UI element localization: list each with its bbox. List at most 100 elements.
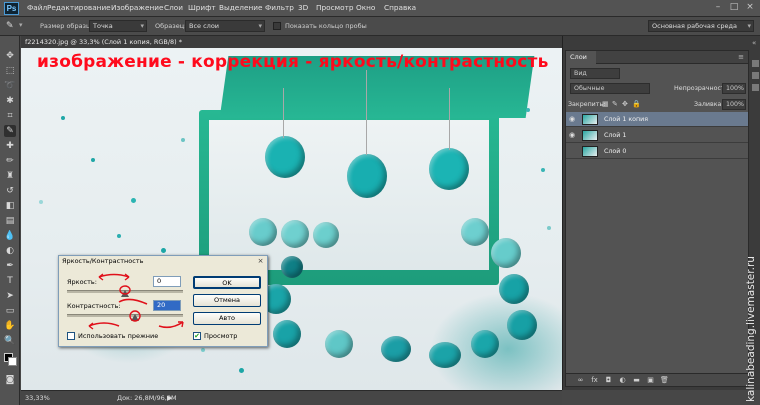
healing-tool-icon[interactable]: ✚ xyxy=(4,140,16,152)
lock-label: Закрепить: xyxy=(568,101,606,108)
bracelet-bead xyxy=(499,274,529,304)
layers-panel-footer: ∞ fx ◘ ◐ ▬ ▣ 🗑 xyxy=(566,373,748,386)
adjustment-layer-icon[interactable]: ◐ xyxy=(618,376,627,385)
menu-file[interactable]: Файл xyxy=(27,3,47,12)
stamp-tool-icon[interactable]: ♜ xyxy=(4,170,16,182)
bracelet-bead xyxy=(461,218,489,246)
speck xyxy=(161,248,166,253)
filter-icons xyxy=(626,69,726,78)
lock-all-icon[interactable]: 🔒 xyxy=(632,100,641,108)
quick-select-tool-icon[interactable]: ✱ xyxy=(4,95,16,107)
blend-mode-select[interactable]: Обычные xyxy=(570,83,650,94)
new-layer-icon[interactable]: ▣ xyxy=(646,376,655,385)
earring-right-image xyxy=(429,148,469,190)
minimize-icon[interactable]: – xyxy=(712,2,724,13)
eyedropper-icon[interactable]: ✎ xyxy=(6,20,18,32)
bracelet-bead xyxy=(507,310,537,340)
history-brush-icon[interactable]: ↺ xyxy=(4,185,16,197)
layer-row-1[interactable]: ◉ Слой 1 xyxy=(566,128,748,143)
menu-filter[interactable]: Фильтр xyxy=(265,3,294,12)
bracelet-bead xyxy=(325,330,353,358)
tools-panel: ✥ ⬚ ➰ ✱ ⌗ ✎ ✚ ✏ ♜ ↺ ◧ ▤ 💧 ◐ ✒ T ➤ ▭ ✋ 🔍 … xyxy=(0,36,20,405)
new-group-icon[interactable]: ▬ xyxy=(632,376,641,385)
show-ring-label: Показать кольцо пробы xyxy=(285,22,367,30)
visibility-eye-icon[interactable]: ◉ xyxy=(569,116,577,123)
bracelet-bead xyxy=(249,218,277,246)
lasso-tool-icon[interactable]: ➰ xyxy=(4,80,16,92)
blur-tool-icon[interactable]: 💧 xyxy=(4,230,16,242)
hand-tool-icon[interactable]: ✋ xyxy=(4,320,16,332)
dodge-tool-icon[interactable]: ◐ xyxy=(4,245,16,257)
menu-layers[interactable]: Слои xyxy=(164,3,183,12)
dock-panel-icon[interactable] xyxy=(752,84,759,91)
close-icon[interactable]: × xyxy=(744,2,756,13)
layer-style-icon[interactable]: fx xyxy=(590,376,599,385)
menu-3d[interactable]: 3D xyxy=(298,3,308,12)
sample-select[interactable]: Все слои xyxy=(185,20,265,32)
status-menu-arrow-icon[interactable]: ▶ xyxy=(167,394,172,402)
link-layers-icon[interactable]: ∞ xyxy=(576,376,585,385)
menu-image[interactable]: Изображение xyxy=(111,3,163,12)
lock-pixels-icon[interactable]: ▦ xyxy=(602,100,609,108)
maximize-icon[interactable]: □ xyxy=(728,2,740,13)
layer-mask-icon[interactable]: ◘ xyxy=(604,376,613,385)
background-color-swatch[interactable] xyxy=(8,357,17,366)
sample-label: Образец: xyxy=(155,22,187,30)
speck xyxy=(201,348,205,352)
speck xyxy=(131,198,136,203)
layer-name: Слой 0 xyxy=(604,148,627,155)
crop-tool-icon[interactable]: ⌗ xyxy=(4,110,16,122)
layer-row-0[interactable]: ◉ Слой 0 xyxy=(566,144,748,159)
status-bar: 33,33% Док: 26,8M/96,0M ▶ xyxy=(21,390,562,405)
menu-type[interactable]: Шрифт xyxy=(188,3,216,12)
type-tool-icon[interactable]: T xyxy=(4,275,16,287)
shape-tool-icon[interactable]: ▭ xyxy=(4,305,16,317)
zoom-level[interactable]: 33,33% xyxy=(25,394,50,402)
brush-tool-icon[interactable]: ✏ xyxy=(4,155,16,167)
visibility-eye-icon[interactable]: ◉ xyxy=(569,148,577,155)
dock-panel-icon[interactable] xyxy=(752,60,759,67)
collapse-dock-icon[interactable]: « xyxy=(752,40,759,47)
zoom-tool-icon[interactable]: 🔍 xyxy=(4,335,16,347)
opacity-input[interactable]: 100% xyxy=(722,83,746,94)
layer-row-1-copy[interactable]: ◉ Слой 1 копия xyxy=(566,112,748,127)
layer-name: Слой 1 xyxy=(604,132,627,139)
panel-menu-icon[interactable]: ≡ xyxy=(738,53,744,61)
show-ring-checkbox[interactable] xyxy=(273,22,281,30)
menu-view[interactable]: Просмотр xyxy=(316,3,353,12)
bracelet-bead xyxy=(381,336,411,362)
earring-hook-left xyxy=(283,88,284,138)
red-annotation-marks xyxy=(88,273,184,330)
menu-select[interactable]: Выделение xyxy=(219,3,262,12)
watermark-text: kalinabeading.livemaster.ru xyxy=(745,256,757,402)
menu-edit[interactable]: Редактирование xyxy=(47,3,111,12)
path-select-tool-icon[interactable]: ➤ xyxy=(4,290,16,302)
watermark: kalinabeading.livemaster.ru xyxy=(744,256,758,402)
pendant-image xyxy=(347,154,387,198)
speck xyxy=(39,200,43,204)
sample-size-select[interactable]: Точка xyxy=(89,20,147,32)
workspace-select[interactable]: Основная рабочая среда xyxy=(648,20,754,32)
speck xyxy=(91,158,95,162)
tutorial-title-overlay: изображение - коррекция - яркость/контра… xyxy=(37,52,549,72)
dock-panel-icon[interactable] xyxy=(752,72,759,79)
lock-paint-icon[interactable]: ✎ xyxy=(612,100,618,108)
tab-layers[interactable]: Слои xyxy=(566,51,596,64)
speck xyxy=(541,168,545,172)
pen-tool-icon[interactable]: ✒ xyxy=(4,260,16,272)
eyedropper-tool-icon[interactable]: ✎ xyxy=(4,125,16,137)
quick-mask-icon[interactable]: ◙ xyxy=(4,374,16,386)
layer-filter-select[interactable]: Вид xyxy=(570,68,620,79)
menu-help[interactable]: Справка xyxy=(384,3,416,12)
lock-move-icon[interactable]: ✥ xyxy=(622,100,628,108)
visibility-eye-icon[interactable]: ◉ xyxy=(569,132,577,139)
tool-preset-chevron-icon[interactable]: ▾ xyxy=(19,21,23,29)
document-tab[interactable]: f2214320.jpg @ 33,3% (Слой 1 копия, RGB/… xyxy=(21,36,562,48)
fill-input[interactable]: 100% xyxy=(722,99,746,110)
marquee-tool-icon[interactable]: ⬚ xyxy=(4,65,16,77)
delete-layer-icon[interactable]: 🗑 xyxy=(660,376,669,385)
gradient-tool-icon[interactable]: ▤ xyxy=(4,215,16,227)
menu-window[interactable]: Окно xyxy=(356,3,375,12)
move-tool-icon[interactable]: ✥ xyxy=(4,50,16,62)
eraser-tool-icon[interactable]: ◧ xyxy=(4,200,16,212)
